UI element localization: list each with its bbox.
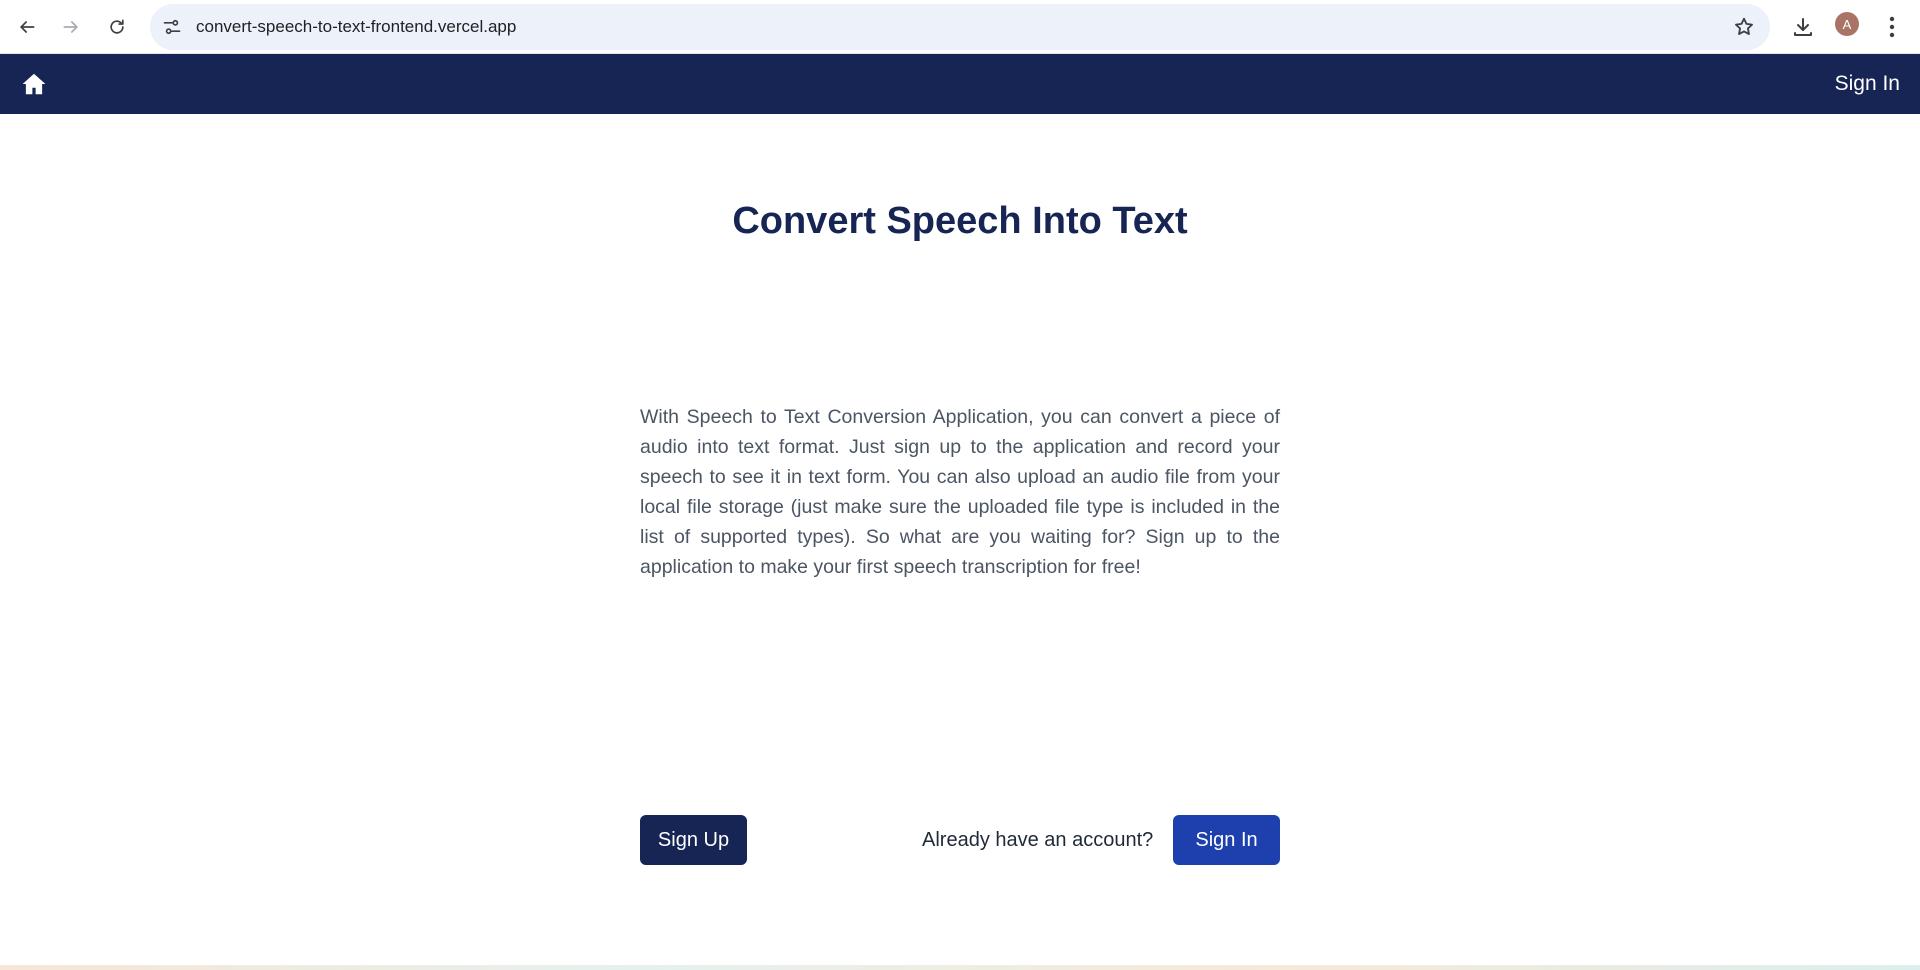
account-prompt-text: Already have an account? bbox=[922, 829, 1154, 851]
bookmark-star-icon[interactable] bbox=[1732, 15, 1756, 39]
profile-avatar[interactable]: A bbox=[1835, 12, 1859, 36]
forward-button[interactable] bbox=[52, 8, 90, 46]
page-title: Convert Speech Into Text bbox=[732, 200, 1188, 242]
browser-toolbar: convert-speech-to-text-frontend.vercel.a… bbox=[0, 0, 1920, 54]
app-navbar: Sign In bbox=[0, 54, 1920, 114]
back-arrow-icon bbox=[20, 21, 35, 33]
address-bar[interactable]: convert-speech-to-text-frontend.vercel.a… bbox=[150, 4, 1770, 50]
home-icon bbox=[22, 73, 46, 95]
reload-button[interactable] bbox=[98, 8, 136, 46]
sign-up-button[interactable]: Sign Up bbox=[640, 815, 747, 865]
back-button[interactable] bbox=[8, 8, 46, 46]
home-link[interactable] bbox=[18, 68, 50, 100]
app-description: With Speech to Text Conversion Applicati… bbox=[640, 406, 1280, 578]
bottom-decorative-strip bbox=[0, 965, 1920, 970]
reload-icon bbox=[110, 19, 124, 34]
sign-in-button[interactable]: Sign In bbox=[1173, 815, 1280, 865]
url-text[interactable]: convert-speech-to-text-frontend.vercel.a… bbox=[196, 4, 516, 50]
site-info-icon[interactable] bbox=[160, 15, 184, 39]
download-icon[interactable] bbox=[1788, 12, 1818, 42]
menu-dots-icon[interactable] bbox=[1880, 12, 1904, 42]
forward-arrow-icon bbox=[63, 21, 78, 33]
navbar-sign-in-link[interactable]: Sign In bbox=[1835, 54, 1900, 114]
